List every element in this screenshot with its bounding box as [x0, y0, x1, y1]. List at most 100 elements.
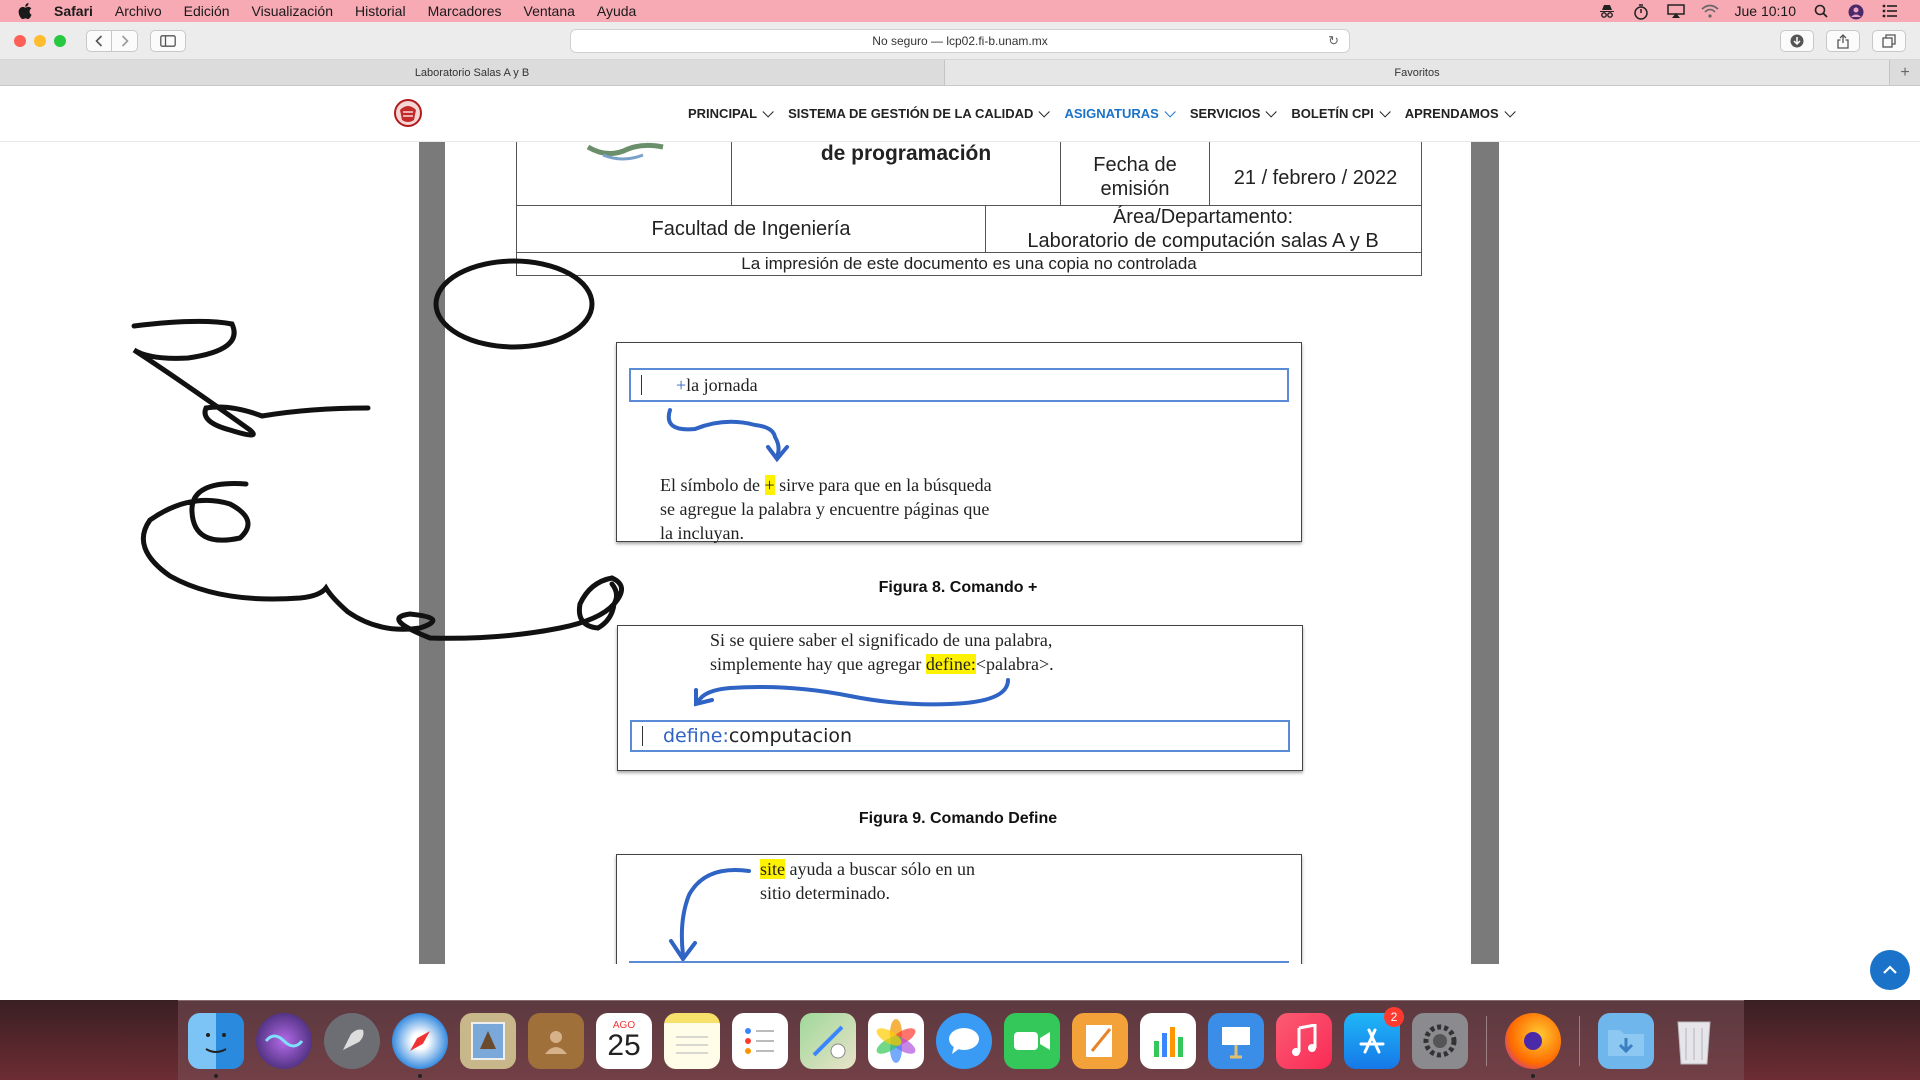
document-title: de programación	[820, 142, 992, 165]
new-tab-button[interactable]: +	[1890, 60, 1920, 85]
mail-stamp-icon[interactable]	[460, 1012, 516, 1069]
trash-icon[interactable]	[1666, 1013, 1722, 1069]
safari-icon[interactable]	[392, 1012, 448, 1078]
fig9-desc-post: <palabra>.	[975, 654, 1054, 674]
fig8-desc-line2: se agregue la palabra y encuentre página…	[660, 499, 990, 519]
reload-icon[interactable]: ↻	[1328, 33, 1339, 49]
downloads-button[interactable]	[1780, 30, 1814, 52]
airplay-icon[interactable]	[1666, 4, 1685, 18]
notes-icon[interactable]	[664, 1012, 720, 1069]
forward-button[interactable]	[112, 29, 138, 52]
tab-favoritos[interactable]: Favoritos	[945, 60, 1890, 85]
document-title-cell: de programación	[732, 142, 1061, 206]
launchpad-icon[interactable]	[324, 1012, 380, 1069]
nav-asignaturas[interactable]: ASIGNATURAS	[1064, 105, 1176, 121]
nav-aprendamos-label: APRENDAMOS	[1404, 106, 1499, 121]
menu-edicion[interactable]: Edición	[184, 3, 230, 19]
fig8-highlight: +	[764, 475, 775, 495]
finder-icon[interactable]	[188, 1012, 244, 1078]
menu-historial[interactable]: Historial	[355, 3, 406, 19]
zoom-window-button[interactable]	[54, 34, 66, 47]
spy-icon[interactable]	[1599, 4, 1615, 18]
music-icon[interactable]	[1276, 1012, 1332, 1069]
nav-asignaturas-label: ASIGNATURAS	[1064, 106, 1159, 121]
reminders-icon[interactable]	[732, 1012, 788, 1069]
control-center-icon[interactable]	[1882, 4, 1898, 18]
photos-icon[interactable]	[868, 1012, 924, 1069]
menu-visualizacion[interactable]: Visualización	[252, 3, 333, 19]
keynote-icon[interactable]	[1208, 1012, 1264, 1069]
chevron-down-icon	[1379, 105, 1391, 118]
site-header: PRINCIPAL SISTEMA DE GESTIÓN DE LA CALID…	[0, 86, 1920, 142]
search-field-plus: + la jornada	[629, 368, 1289, 402]
address-bar[interactable]: No seguro — lcp02.fi-b.unam.mx ↻	[570, 29, 1350, 53]
figure-9-description: Si se quiere saber el significado de una…	[710, 628, 1054, 676]
chevron-down-icon	[762, 105, 774, 118]
menu-ventana[interactable]: Ventana	[524, 3, 575, 19]
close-window-button[interactable]	[14, 34, 26, 47]
menu-archivo[interactable]: Archivo	[115, 3, 162, 19]
user-avatar-icon[interactable]	[1848, 4, 1864, 20]
dock-separator	[1579, 1015, 1580, 1066]
header-logo-cell	[516, 142, 732, 206]
nav-boletin-cpi[interactable]: BOLETÍN CPI	[1291, 105, 1391, 121]
address-bar-text: No seguro — lcp02.fi-b.unam.mx	[872, 34, 1048, 48]
system-preferences-icon[interactable]	[1412, 1012, 1468, 1069]
clock[interactable]: Jue 10:10	[1735, 3, 1797, 19]
text-cursor	[642, 726, 643, 746]
figure-10-image: site ayuda a buscar sólo en un sitio det…	[616, 854, 1302, 964]
share-button[interactable]	[1826, 30, 1860, 52]
nav-sistema-gestion-calidad[interactable]: SISTEMA DE GESTIÓN DE LA CALIDAD	[788, 105, 1051, 121]
messages-icon[interactable]	[936, 1012, 992, 1069]
fecha-value-cell: 21 / febrero / 2022	[1210, 142, 1422, 206]
fig9-highlight: define:	[925, 654, 976, 674]
downloads-folder-icon[interactable]	[1598, 1012, 1654, 1069]
notification-badge: 2	[1384, 1006, 1404, 1027]
copy-notice-cell: La impresión de este documento es una co…	[516, 252, 1422, 276]
fecha-label: Fecha de emisión	[1093, 154, 1177, 200]
numbers-icon[interactable]	[1140, 1012, 1196, 1069]
area-label: Área/Departamento:	[1112, 206, 1294, 228]
apple-menu-icon[interactable]	[18, 3, 40, 19]
tabs-icon	[1882, 34, 1896, 48]
search-field-site	[629, 961, 1289, 963]
nav-principal[interactable]: PRINCIPAL	[688, 105, 774, 121]
download-icon	[1790, 34, 1804, 48]
calendar-icon[interactable]: AGO 25	[596, 1012, 652, 1069]
wifi-icon[interactable]	[1700, 4, 1719, 18]
nav-aprendamos[interactable]: APRENDAMOS	[1404, 105, 1516, 121]
running-indicator	[214, 1073, 218, 1078]
chevron-down-icon	[1164, 105, 1176, 118]
minimize-window-button[interactable]	[34, 34, 46, 47]
maps-icon[interactable]	[800, 1012, 856, 1069]
nav-sistema-gestion-calidad-label: SISTEMA DE GESTIÓN DE LA CALIDAD	[788, 106, 1034, 121]
app-store-icon[interactable]: 2	[1344, 1006, 1404, 1069]
pages-icon[interactable]	[1072, 1012, 1128, 1069]
nav-servicios[interactable]: SERVICIOS	[1189, 105, 1278, 121]
unam-logo[interactable]	[393, 98, 423, 128]
siri-icon[interactable]	[256, 1012, 312, 1069]
firefox-icon[interactable]	[1505, 1012, 1561, 1078]
facetime-icon[interactable]	[1004, 1012, 1060, 1069]
timer-icon[interactable]	[1633, 4, 1649, 20]
area-cell: Área/Departamento: Laboratorio de comput…	[985, 205, 1422, 253]
text-cursor	[641, 375, 642, 395]
fig8-desc-pre: El símbolo de	[660, 475, 765, 495]
menu-marcadores[interactable]: Marcadores	[428, 3, 502, 19]
tab-overview-button[interactable]	[1872, 30, 1906, 52]
spotlight-search-icon[interactable]	[1814, 4, 1830, 18]
scroll-to-top-button[interactable]	[1870, 950, 1910, 990]
document-viewer[interactable]: de programación Fecha de emisión 21 / fe…	[419, 142, 1499, 964]
app-name-menu[interactable]: Safari	[54, 3, 93, 19]
tab-laboratorio[interactable]: Laboratorio Salas A y B	[0, 60, 945, 85]
facultad-name: Facultad de Ingeniería	[651, 218, 851, 240]
chevron-down-icon	[1265, 105, 1278, 118]
sidebar-toggle-button[interactable]	[150, 29, 186, 52]
contacts-icon[interactable]	[528, 1012, 584, 1069]
back-button[interactable]	[86, 29, 112, 52]
menu-ayuda[interactable]: Ayuda	[597, 3, 636, 19]
nav-servicios-label: SERVICIOS	[1189, 106, 1261, 121]
dock-separator	[1486, 1015, 1487, 1066]
fig10-desc-post: ayuda a buscar sólo en un	[785, 859, 975, 879]
fig9-desc-line1: Si se quiere saber el significado de una…	[710, 630, 1053, 650]
